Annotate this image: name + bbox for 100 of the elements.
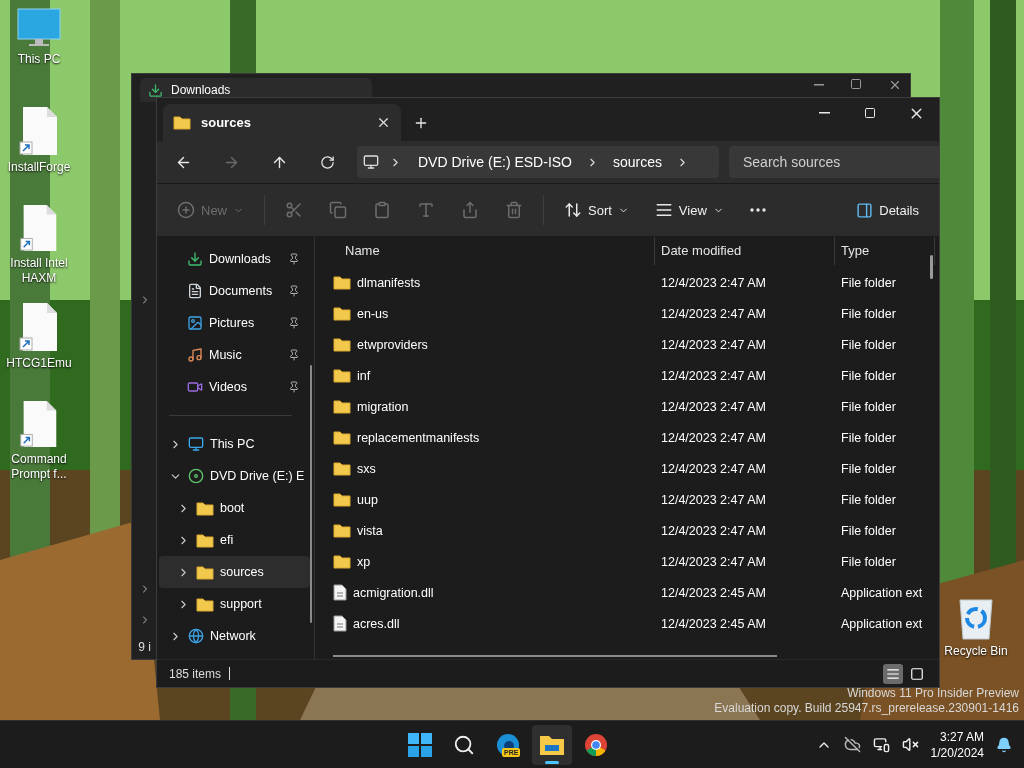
nav-tree-item[interactable]: sources xyxy=(159,556,310,588)
quick-access-item[interactable]: Videos xyxy=(159,371,310,403)
sort-button[interactable]: Sort xyxy=(554,193,639,227)
nav-tree-item[interactable]: support xyxy=(159,588,310,620)
quick-access-item[interactable]: Downloads xyxy=(159,243,310,275)
details-button[interactable]: Details xyxy=(846,193,929,227)
breadcrumb-item[interactable]: sources xyxy=(607,149,669,175)
desktop-icon-label[interactable]: Command Prompt f... xyxy=(0,452,78,482)
network-icon[interactable] xyxy=(872,736,890,753)
picture-icon xyxy=(187,315,203,331)
disc-drive-icon xyxy=(188,468,204,484)
address-bar[interactable]: DVD Drive (E:) ESD-ISO sources xyxy=(357,146,719,178)
type-cell-text: Application ext xyxy=(840,585,924,600)
document-icon xyxy=(187,283,203,299)
sort-icon xyxy=(564,201,582,219)
shortcut-file-icon xyxy=(19,302,59,352)
type-cell-text: File folder xyxy=(840,275,897,290)
desktop-icon-label[interactable]: InstallForge xyxy=(7,160,71,175)
clock[interactable]: 3:27 AM 1/20/2024 xyxy=(930,728,984,761)
file-name[interactable]: dlmanifests xyxy=(357,275,421,290)
close-icon[interactable] xyxy=(888,78,902,92)
quick-access-item[interactable]: Documents xyxy=(159,275,310,307)
volume-mute-icon[interactable] xyxy=(901,736,919,753)
file-name[interactable]: inf xyxy=(357,368,371,383)
scissors-icon xyxy=(285,201,303,219)
monitor-icon xyxy=(363,154,379,170)
monitor-icon xyxy=(188,436,204,452)
date-cell-text: 12/4/2023 2:47 AM xyxy=(660,368,767,383)
file-name[interactable]: migration xyxy=(357,399,409,414)
column-header[interactable]: Name xyxy=(315,237,655,265)
desktop-icon-label[interactable]: Recycle Bin xyxy=(944,644,1008,659)
details-view-button[interactable] xyxy=(883,663,903,684)
clipboard-icon xyxy=(373,201,391,219)
taskbar-app-button[interactable] xyxy=(532,725,572,765)
date-cell-text: 12/4/2023 2:45 AM xyxy=(660,616,767,631)
monitor-icon xyxy=(17,8,61,48)
date-cell-text: 12/4/2023 2:47 AM xyxy=(660,399,767,414)
breadcrumb-item[interactable]: DVD Drive (E:) ESD-ISO xyxy=(412,149,578,175)
quick-access-item[interactable]: Pictures xyxy=(159,307,310,339)
close-tab-icon[interactable] xyxy=(376,115,391,130)
file-name[interactable]: xp xyxy=(357,554,371,569)
lines-icon xyxy=(886,666,900,681)
file-icon xyxy=(333,584,347,601)
file-name[interactable]: acmigration.dll xyxy=(353,585,434,600)
nav-tree-item[interactable]: boot xyxy=(159,492,310,524)
file-name[interactable]: replacementmanifests xyxy=(357,430,480,445)
date-cell-text: 12/4/2023 2:47 AM xyxy=(660,523,767,538)
file-name[interactable]: acres.dll xyxy=(353,616,400,631)
date-cell-text: 12/4/2023 2:47 AM xyxy=(660,554,767,569)
file-icon xyxy=(333,615,347,632)
item-count: 185 items xyxy=(169,666,222,681)
quick-access-item[interactable]: Music xyxy=(159,339,310,371)
more-icon xyxy=(749,208,766,212)
share-icon xyxy=(461,201,479,219)
type-cell-text: File folder xyxy=(840,554,897,569)
windows-logo-icon xyxy=(408,733,432,757)
desktop-icon-label[interactable]: This PC xyxy=(17,52,61,67)
folder-icon xyxy=(333,337,351,352)
date-cell-text: 12/4/2023 2:47 AM xyxy=(660,461,767,476)
shortcut-file-icon xyxy=(19,106,59,156)
date-cell-text: 12/4/2023 2:47 AM xyxy=(660,337,767,352)
video-icon xyxy=(187,379,203,395)
column-header[interactable]: Date modified xyxy=(655,237,835,265)
maximize-icon[interactable] xyxy=(850,78,862,90)
folder-icon xyxy=(196,596,214,612)
nav-tree-item[interactable]: efi xyxy=(159,524,310,556)
desktop-icon-label[interactable]: Install Intel HAXM xyxy=(0,256,78,286)
date-cell-text: 12/4/2023 2:47 AM xyxy=(660,492,767,507)
file-name[interactable]: vista xyxy=(357,523,383,538)
folder-icon xyxy=(333,523,351,538)
lines-icon xyxy=(654,201,673,219)
type-cell-text: File folder xyxy=(840,399,897,414)
nav-tree-item[interactable]: Network xyxy=(159,620,310,652)
date-cell-text: 12/4/2023 2:47 AM xyxy=(660,306,767,321)
minimize-icon xyxy=(818,112,830,114)
type-cell-text: File folder xyxy=(840,461,897,476)
nav-tree-item[interactable]: DVD Drive (E:) E xyxy=(159,460,310,492)
folder-icon xyxy=(333,461,351,476)
date-cell-text: 12/4/2023 2:47 AM xyxy=(660,275,767,290)
nav-tree-item[interactable]: This PC xyxy=(159,428,310,460)
cloud-off-icon[interactable] xyxy=(843,736,861,753)
folder-icon xyxy=(333,430,351,445)
type-cell-text: File folder xyxy=(840,368,897,383)
pin-icon xyxy=(288,349,300,361)
status-text: 9 i xyxy=(138,640,151,654)
refresh-icon xyxy=(319,154,335,170)
window-tab[interactable]: sources xyxy=(163,104,401,141)
file-name[interactable]: etwproviders xyxy=(357,337,428,352)
type-cell-text: File folder xyxy=(840,337,897,352)
date-cell-text: 12/4/2023 2:47 AM xyxy=(660,430,767,445)
folder-icon xyxy=(173,115,191,130)
file-name[interactable]: uup xyxy=(357,492,378,507)
file-name[interactable]: sxs xyxy=(357,461,376,476)
search-field[interactable]: Search sources xyxy=(729,146,939,178)
folder-icon xyxy=(333,492,351,507)
desktop-icon-label[interactable]: HTCG1Emu xyxy=(6,356,72,371)
file-name[interactable]: en-us xyxy=(357,306,389,321)
search-icon xyxy=(453,734,475,756)
notification-bell-icon[interactable] xyxy=(996,736,1012,753)
view-button[interactable]: View xyxy=(644,193,734,227)
